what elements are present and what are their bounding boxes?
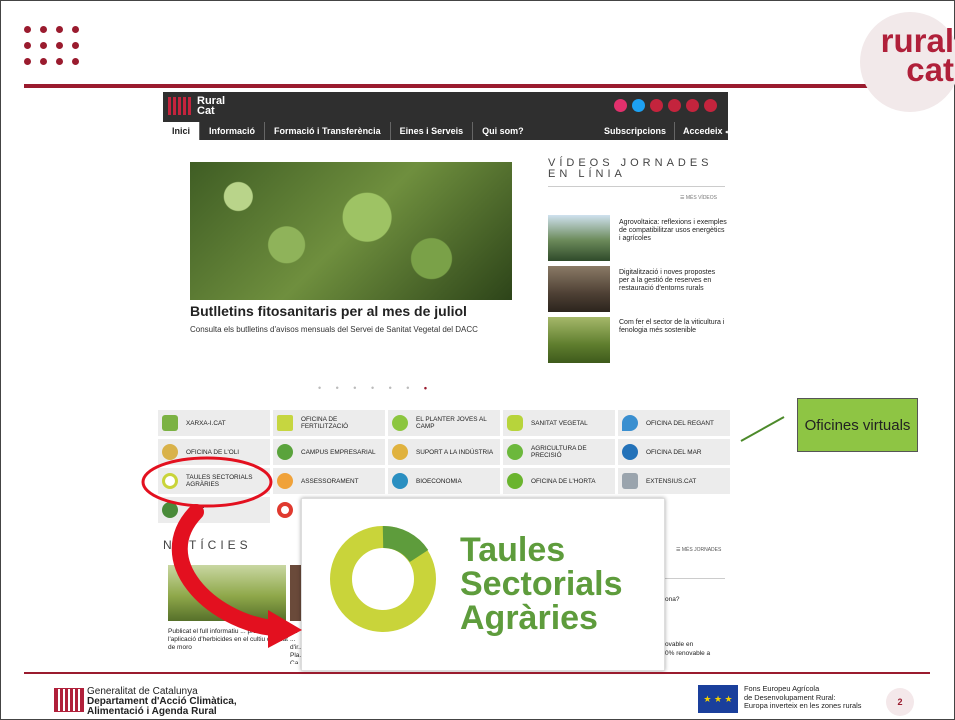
tile-precisio[interactable]: AGRICULTURA DE PRECISIÓ bbox=[503, 439, 615, 465]
mail-icon[interactable] bbox=[686, 99, 699, 112]
tile-fertilitzacio[interactable]: OFICINA DE FERTILITZACIÓ bbox=[273, 410, 385, 436]
feader-text: Fons Europeu Agrícola de Desenvolupament… bbox=[744, 684, 862, 710]
tile-oli[interactable]: OFICINA DE L'OLI bbox=[158, 439, 270, 465]
video-thumb[interactable] bbox=[548, 317, 610, 363]
youtube-icon[interactable] bbox=[668, 99, 681, 112]
tile-extensius[interactable]: EXTENSIUS.CAT bbox=[618, 468, 730, 494]
dots-logo bbox=[24, 26, 98, 74]
menu-inici[interactable]: Inici bbox=[163, 122, 201, 140]
video-thumb[interactable] bbox=[548, 266, 610, 312]
facebook-icon[interactable] bbox=[650, 99, 663, 112]
tile-xarxa[interactable]: XARXA-I.CAT bbox=[158, 410, 270, 436]
menu-subscripcions[interactable]: Subscripcions bbox=[596, 122, 676, 140]
tile-mar[interactable]: OFICINA DEL MAR bbox=[618, 439, 730, 465]
instagram-icon[interactable] bbox=[614, 99, 627, 112]
tile-taules[interactable]: TAULES SECTORIALS AGRÀRIES bbox=[158, 468, 270, 494]
videos-heading: VÍDEOS JORNADES EN LÍNIA bbox=[548, 157, 713, 180]
tile-assessorament[interactable]: ASSESSORAMENT bbox=[273, 468, 385, 494]
main-menu: Inici Informació Formació i Transferènci… bbox=[163, 122, 533, 140]
news-image[interactable] bbox=[168, 565, 286, 621]
menu-accedeix[interactable]: Accedeix ⮐ bbox=[675, 122, 741, 140]
footer-rule bbox=[24, 672, 930, 674]
menu-informacio[interactable]: Informació bbox=[200, 122, 266, 140]
video-title[interactable]: Agrovoltaica: reflexions i exemples de c… bbox=[619, 219, 727, 243]
news-snippet[interactable]: ona? bbox=[665, 596, 679, 604]
tile-net[interactable]: ...NET bbox=[158, 497, 270, 523]
rss-icon[interactable] bbox=[704, 99, 717, 112]
news-snippet[interactable]: ovable en bbox=[665, 641, 693, 649]
tile-campus[interactable]: CAMPUS EMPRESARIAL bbox=[273, 439, 385, 465]
ruralcat-logo: rural cat bbox=[880, 22, 954, 88]
news-rule bbox=[663, 578, 725, 579]
video-title[interactable]: Digitalització i noves propostes per a l… bbox=[619, 269, 727, 293]
more-videos-link[interactable]: ☰ MÉS VÍDEOS bbox=[680, 195, 717, 201]
menu-right: Subscripcions Accedeix ⮐ bbox=[596, 122, 741, 140]
taules-logo-icon bbox=[330, 526, 436, 632]
site-logo-icon[interactable] bbox=[168, 97, 192, 115]
hero-title[interactable]: Butlletins fitosanitaris per al mes de j… bbox=[190, 303, 520, 319]
gencat-logo-icon bbox=[54, 688, 84, 712]
header-rule bbox=[24, 84, 870, 88]
department-name: Departament d'Acció Climàtica, Alimentac… bbox=[87, 696, 237, 717]
site-brand[interactable]: Rural Cat bbox=[197, 96, 237, 117]
menu-qui-som[interactable]: Qui som? bbox=[473, 122, 533, 140]
news-text[interactable]: Publicat el full informatiu ... pràctiqu… bbox=[168, 628, 288, 652]
page-number: 2 bbox=[886, 688, 914, 716]
eu-flag-icon: ★ ★ ★ bbox=[698, 685, 738, 713]
tile-bioeconomia[interactable]: BIOECONOMIA bbox=[388, 468, 500, 494]
tile-industria[interactable]: SUPORT A LA INDÚSTRIA bbox=[388, 439, 500, 465]
hero-subtitle: Consulta els butlletins d'avisos mensual… bbox=[190, 325, 478, 334]
tile-horta[interactable]: OFICINA DE L'HORTA bbox=[503, 468, 615, 494]
news-heading: NOTÍCIES bbox=[163, 538, 252, 552]
more-jornades-link[interactable]: ☰ MÉS JORNADES bbox=[676, 547, 721, 553]
menu-formacio[interactable]: Formació i Transferència bbox=[265, 122, 391, 140]
twitter-icon[interactable] bbox=[632, 99, 645, 112]
tile-planter[interactable]: EL PLANTER JOVES AL CAMP bbox=[388, 410, 500, 436]
callout-oficines-virtuals: Oficines virtuals bbox=[797, 398, 918, 452]
taules-logo-text: Taules Sectorials Agràries bbox=[460, 531, 623, 637]
menu-eines[interactable]: Eines i Serveis bbox=[391, 122, 474, 140]
video-thumb[interactable] bbox=[548, 215, 610, 261]
tile-regant[interactable]: OFICINA DEL REGANT bbox=[618, 410, 730, 436]
carousel-dots[interactable]: • • • • • • • bbox=[318, 383, 433, 393]
videos-rule bbox=[548, 186, 725, 187]
hero-image[interactable] bbox=[190, 162, 512, 300]
video-title[interactable]: Com fer el sector de la viticultura i fe… bbox=[619, 319, 727, 335]
news-snippet[interactable]: 0% renovable a bbox=[665, 650, 710, 658]
tile-sanitat[interactable]: SANITAT VEGETAL bbox=[503, 410, 615, 436]
